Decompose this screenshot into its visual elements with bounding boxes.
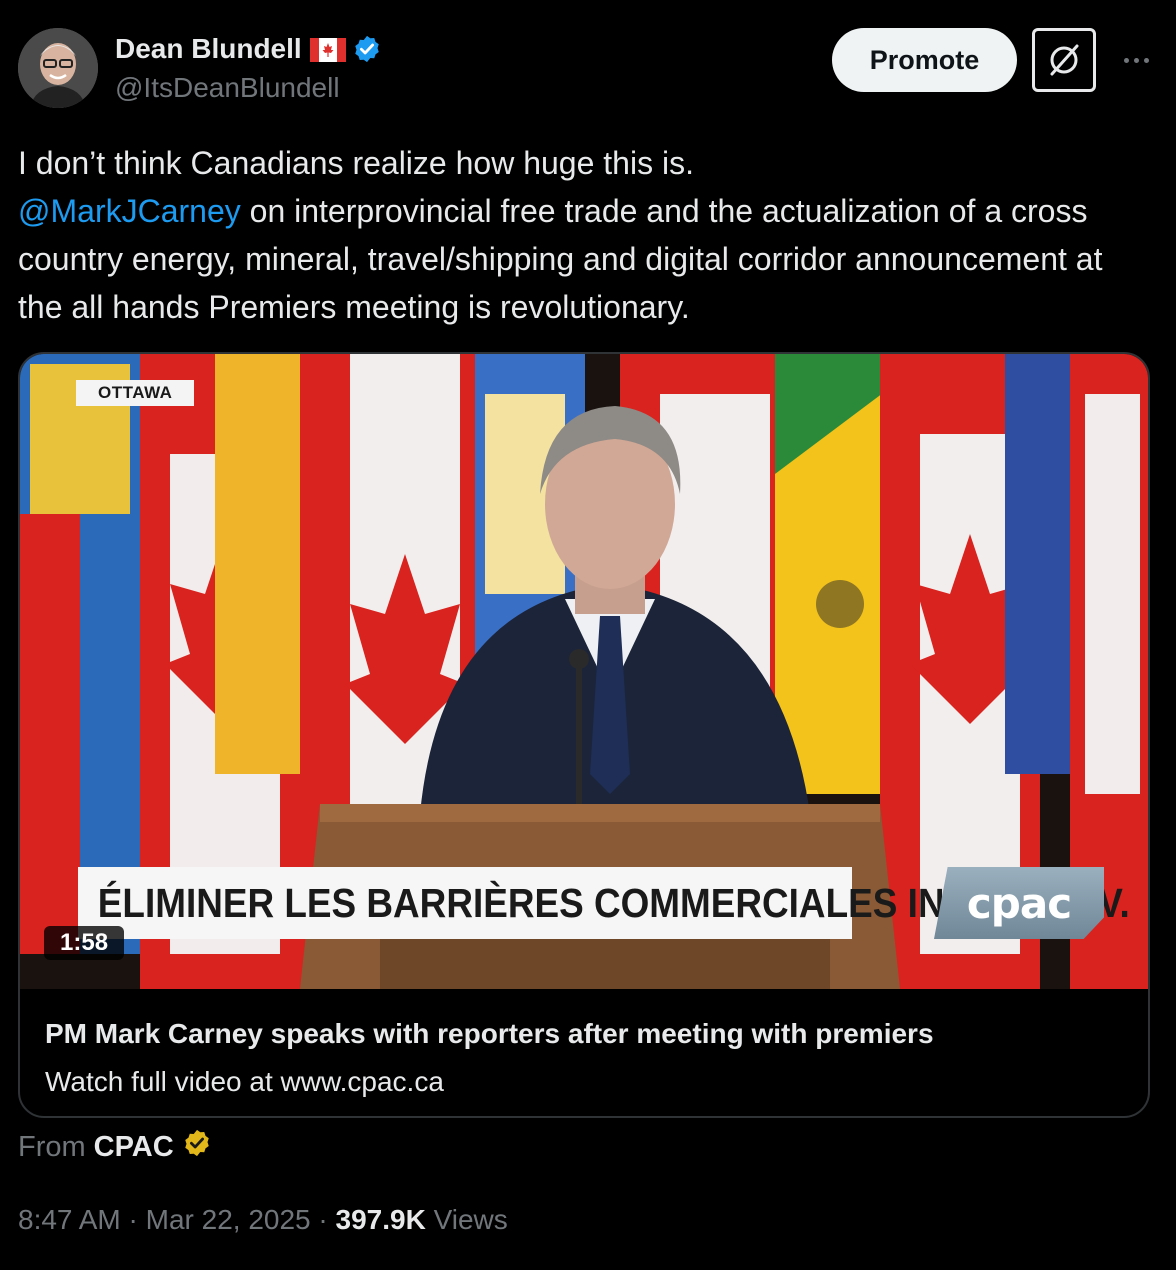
tweet-time[interactable]: 8:47 AM	[18, 1204, 121, 1235]
source-prefix: From	[18, 1130, 86, 1163]
card-subtitle[interactable]: Watch full video at www.cpac.ca	[45, 1066, 444, 1098]
meta-separator: ·	[310, 1204, 336, 1235]
source-attribution: From CPAC	[18, 1128, 212, 1166]
more-dots-icon[interactable]	[1114, 42, 1158, 78]
cpac-logo: cpac	[934, 867, 1104, 939]
tweet-date[interactable]: Mar 22, 2025	[146, 1204, 311, 1235]
tweet-body: @MarkJCarney on interprovincial free tra…	[18, 187, 1138, 331]
canada-flag-icon	[309, 37, 346, 62]
card-title[interactable]: PM Mark Carney speaks with reporters aft…	[45, 1018, 934, 1050]
author-handle[interactable]: @ItsDeanBlundell	[115, 72, 382, 104]
views-label: Views	[425, 1204, 508, 1235]
video-duration: 1:58	[44, 926, 125, 960]
gold-verified-badge-icon	[182, 1128, 212, 1166]
avatar-photo	[18, 28, 98, 108]
source-name[interactable]: CPAC	[94, 1131, 174, 1164]
promote-button[interactable]: Promote	[832, 28, 1017, 92]
video-card[interactable]: OTTAWA ÉLIMINER LES BARRIÈRES COMMERCIAL…	[18, 352, 1150, 1118]
author-avatar[interactable]	[18, 28, 98, 108]
meta-separator: ·	[120, 1204, 146, 1235]
tweet-meta: 8:47 AM · Mar 22, 2025 · 397.9K Views	[18, 1204, 508, 1236]
author-display-name-row[interactable]: Dean Blundell	[115, 30, 382, 68]
video-player[interactable]: OTTAWA ÉLIMINER LES BARRIÈRES COMMERCIAL…	[20, 354, 1148, 989]
verified-badge-icon[interactable]	[352, 34, 382, 64]
tweet-header: Dean Blundell @ItsDeanBlundell Promote	[18, 28, 1158, 108]
lower-third-banner: ÉLIMINER LES BARRIÈRES COMMERCIALES INTE…	[78, 867, 1130, 939]
tweet-text: I don’t think Canadians realize how huge…	[18, 139, 1138, 331]
location-tag: OTTAWA	[76, 380, 195, 406]
mention-link[interactable]: @MarkJCarney	[18, 193, 241, 229]
views-count[interactable]: 397.9K	[336, 1204, 426, 1235]
grok-icon[interactable]	[1032, 28, 1096, 92]
author-display-name[interactable]: Dean Blundell	[115, 33, 302, 65]
author-name-block: Dean Blundell @ItsDeanBlundell	[115, 30, 382, 104]
tweet-line-1: I don’t think Canadians realize how huge…	[18, 145, 694, 181]
